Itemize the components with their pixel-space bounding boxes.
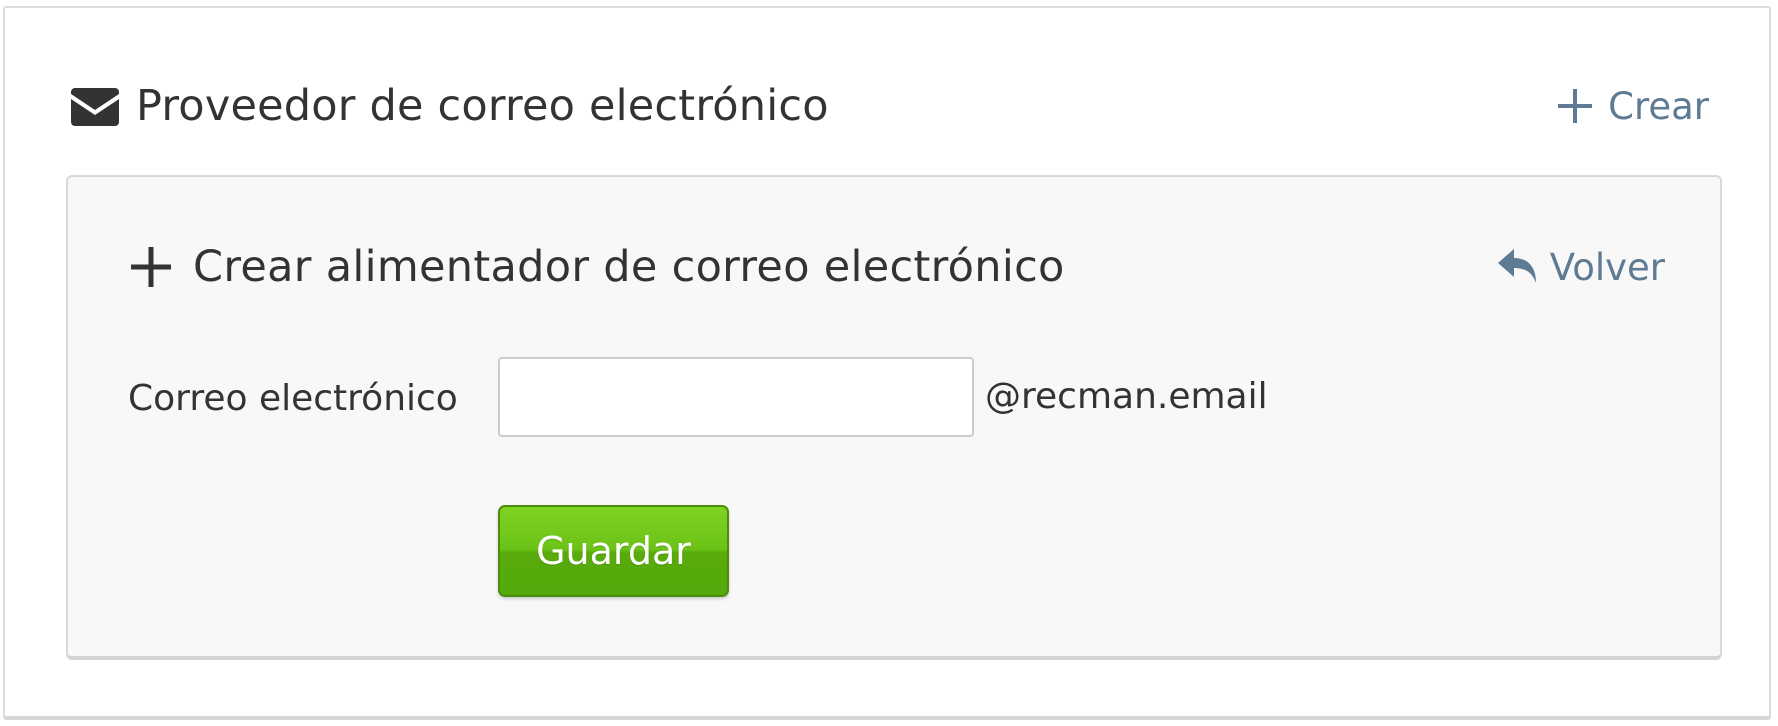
- create-feeder-form: Crear alimentador de correo electrónico …: [66, 175, 1722, 660]
- back-link-label[interactable]: Volver: [1550, 246, 1665, 289]
- form-title: Crear alimentador de correo electrónico: [131, 239, 1065, 295]
- plus-icon: [131, 247, 171, 287]
- email-domain-suffix: @recman.email: [985, 376, 1268, 417]
- email-field-label: Correo electrónico: [128, 378, 458, 419]
- email-provider-panel: Proveedor de correo electrónico Crear Cr…: [3, 6, 1771, 720]
- create-link-label[interactable]: Crear: [1608, 85, 1709, 128]
- save-button[interactable]: Guardar: [498, 505, 729, 597]
- plus-icon: [1558, 89, 1593, 123]
- form-title-text: Crear alimentador de correo electrónico: [193, 242, 1065, 292]
- email-field[interactable]: [498, 357, 974, 437]
- envelope-icon: [71, 87, 119, 126]
- create-link[interactable]: Crear: [1558, 82, 1709, 130]
- page-title: Proveedor de correo electrónico: [71, 78, 829, 134]
- back-link[interactable]: Volver: [1497, 243, 1665, 291]
- reply-arrow-icon: [1497, 249, 1538, 285]
- page-title-text: Proveedor de correo electrónico: [136, 81, 829, 131]
